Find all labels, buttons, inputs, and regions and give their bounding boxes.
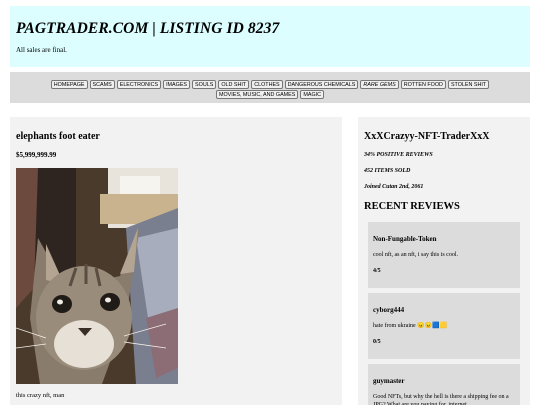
nav-button-rotten-food[interactable]: ROTTEN FOOD	[400, 80, 446, 89]
review-username: cyborg444	[373, 306, 405, 314]
seller-positive-reviews: 34% POSITIVE REVIEWS	[364, 152, 433, 158]
seller-items-sold: 452 ITEMS SOLD	[364, 168, 411, 174]
seller-join-date: Joined Cutan 2nd, 2061	[364, 184, 424, 190]
seller-name[interactable]: XxXCrazyy-NFT-TraderXxX	[364, 131, 490, 142]
listing-caption: this crazy nft, man	[16, 392, 65, 399]
nav-button-movies-music-games[interactable]: MOVIES, MUSIC, AND GAMES	[215, 90, 299, 99]
review-score: 0/5	[373, 339, 381, 345]
nav-button-magic[interactable]: MAGIC	[300, 90, 325, 99]
page-title: PAGTRADER.COM | LISTING ID 8237	[16, 20, 280, 37]
review-card: cyborg444 hate from ukraine 😠😠🟦🟨 0/5	[368, 293, 520, 359]
site-header: PAGTRADER.COM | LISTING ID 8237 All sale…	[10, 6, 530, 67]
listing-title: elephants foot eater	[16, 131, 100, 142]
nav-row: MOVIES, MUSIC, AND GAMES MAGIC	[10, 90, 530, 99]
nav-button-clothes[interactable]: CLOTHES	[251, 80, 283, 89]
review-text: Good NFTs, but why the hell is there a s…	[373, 394, 509, 405]
nav-button-old-shit[interactable]: OLD SHIT	[218, 80, 250, 89]
review-text: cool nft, as an nft, i say this is cool.	[373, 252, 458, 258]
category-nav: HOMEPAGE SCAMS ELECTRONICS IMAGES SOULS …	[10, 72, 530, 103]
nav-button-rare-gems[interactable]: RARE GEMS	[360, 80, 399, 89]
nav-row: HOMEPAGE SCAMS ELECTRONICS IMAGES SOULS …	[10, 80, 530, 89]
nav-button-homepage[interactable]: HOMEPAGE	[50, 80, 88, 89]
review-card: Non-Fungable-Token cool nft, as an nft, …	[368, 222, 520, 288]
nav-button-dangerous-chemicals[interactable]: DANGEROUS CHEMICALS	[284, 80, 359, 89]
review-username: Non-Fungable-Token	[373, 235, 437, 243]
listing-price: $5,999,999.99	[16, 151, 57, 159]
review-score: 4/5	[373, 268, 381, 274]
site-tagline: All sales are final.	[16, 46, 67, 54]
reviews-heading: RECENT REVIEWS	[364, 201, 460, 212]
listing-image	[16, 168, 178, 384]
nav-button-images[interactable]: IMAGES	[163, 80, 191, 89]
nav-button-souls[interactable]: SOULS	[192, 80, 217, 89]
review-username: guymaster	[373, 377, 405, 385]
nav-button-electronics[interactable]: ELECTRONICS	[116, 80, 162, 89]
nav-button-scams[interactable]: SCAMS	[89, 80, 115, 89]
listing-panel: elephants foot eater $5,999,999.99 this …	[10, 117, 342, 405]
seller-panel: XxXCrazyy-NFT-TraderXxX 34% POSITIVE REV…	[358, 117, 530, 405]
nav-button-stolen-shit[interactable]: STOLEN SHIT	[447, 80, 490, 89]
review-text: hate from ukraine 😠😠🟦🟨	[373, 323, 448, 329]
review-card: guymaster Good NFTs, but why the hell is…	[368, 364, 520, 405]
